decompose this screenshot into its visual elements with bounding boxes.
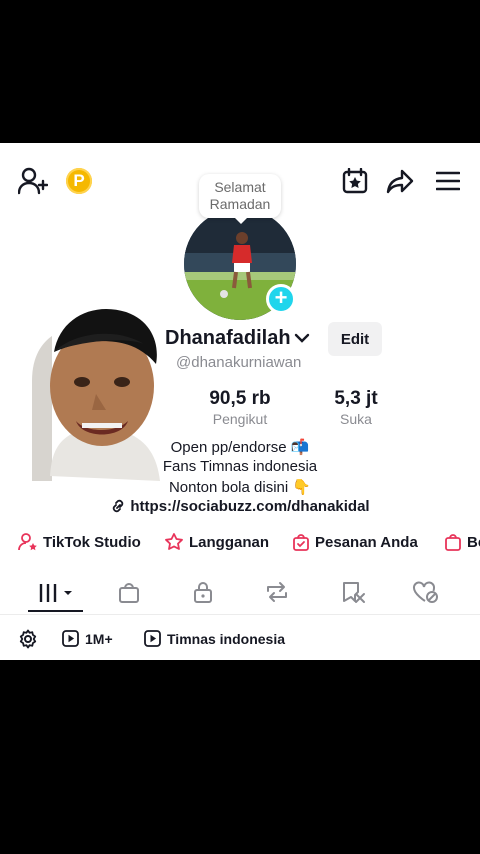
content-tab-bar bbox=[0, 572, 480, 615]
private-lock-icon[interactable] bbox=[192, 580, 214, 604]
ramadan-greeting-bubble[interactable]: Selamat Ramadan bbox=[199, 174, 281, 224]
playlist-row: 1M+ Timnas indonesia bbox=[0, 625, 480, 653]
bubble-line-2: Ramadan bbox=[209, 196, 271, 212]
shop-icon[interactable] bbox=[118, 581, 140, 603]
quick-link-pesanan-anda[interactable]: Pesanan Anda bbox=[292, 533, 418, 551]
chevron-down-icon[interactable] bbox=[294, 332, 310, 344]
share-arrow-icon[interactable] bbox=[386, 168, 414, 194]
link-icon bbox=[113, 499, 124, 513]
followers-label: Pengikut bbox=[212, 411, 268, 427]
play-square-icon bbox=[144, 630, 161, 647]
bio-link[interactable]: https://sociabuzz.com/dhanakidal bbox=[0, 498, 480, 515]
calendar-star-icon[interactable] bbox=[342, 168, 368, 194]
bio-link-text[interactable]: https://sociabuzz.com/dhanakidal bbox=[130, 498, 369, 515]
username-handle: @dhanakurniawan bbox=[176, 354, 302, 371]
active-tab-underline bbox=[28, 610, 83, 612]
videos-grid-icon[interactable] bbox=[38, 582, 74, 604]
display-name[interactable]: Dhanafadilah bbox=[165, 327, 291, 350]
hamburger-menu-icon[interactable] bbox=[436, 170, 460, 192]
playlist-timnas[interactable]: Timnas indonesia bbox=[144, 630, 285, 647]
person-star-icon bbox=[18, 533, 37, 551]
playlist-settings[interactable] bbox=[18, 629, 44, 649]
liked-icon[interactable] bbox=[412, 580, 440, 604]
quick-link-langganan[interactable]: Langganan bbox=[164, 533, 269, 551]
face-video-overlay bbox=[32, 286, 164, 481]
profile-screen: P Selamat Ramadan + Dhanafadilah Edit @d… bbox=[0, 143, 480, 660]
quick-link-tiktok-studio[interactable]: TikTok Studio bbox=[18, 533, 141, 551]
edit-profile-button[interactable]: Edit bbox=[328, 322, 382, 356]
add-story-plus-icon[interactable]: + bbox=[266, 284, 296, 314]
settings-gear-icon bbox=[19, 629, 37, 649]
shopping-check-icon bbox=[293, 534, 309, 551]
bubble-line-1: Selamat bbox=[214, 179, 266, 195]
shopping-bag-icon bbox=[445, 534, 461, 551]
playlist-1m[interactable]: 1M+ bbox=[62, 630, 113, 647]
likes-count[interactable]: 5,3 jt bbox=[306, 388, 406, 410]
quick-link-partial[interactable]: Be bbox=[444, 533, 480, 551]
repost-icon[interactable] bbox=[264, 581, 290, 603]
coin-icon[interactable]: P bbox=[66, 168, 92, 194]
person-face-image bbox=[32, 286, 164, 481]
quick-links-row: TikTok Studio Langganan Pesanan Anda Be bbox=[0, 533, 480, 557]
favorites-icon[interactable] bbox=[340, 580, 366, 604]
play-square-icon bbox=[62, 630, 79, 647]
likes-label: Suka bbox=[340, 411, 372, 427]
followers-count[interactable]: 90,5 rb bbox=[190, 388, 290, 410]
person-plus-icon[interactable] bbox=[18, 167, 48, 195]
star-ribbon-icon bbox=[165, 533, 183, 550]
